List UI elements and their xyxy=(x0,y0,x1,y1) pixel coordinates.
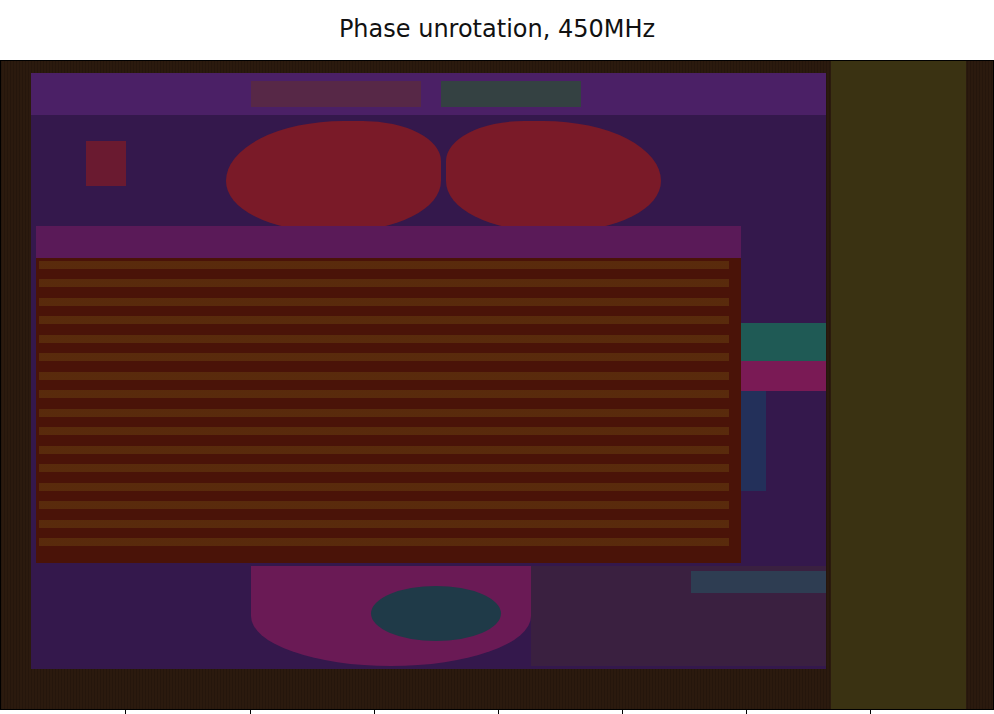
x-tick xyxy=(250,710,251,714)
reconstructed-image xyxy=(1,61,993,709)
x-tick xyxy=(870,710,871,714)
x-tick xyxy=(746,710,747,714)
x-tick xyxy=(498,710,499,714)
x-tick xyxy=(125,710,126,714)
image-axes xyxy=(0,60,994,710)
figure: Phase unrotation, 450MHz xyxy=(0,0,994,714)
x-tick xyxy=(622,710,623,714)
x-tick xyxy=(374,710,375,714)
figure-title: Phase unrotation, 450MHz xyxy=(0,0,994,60)
